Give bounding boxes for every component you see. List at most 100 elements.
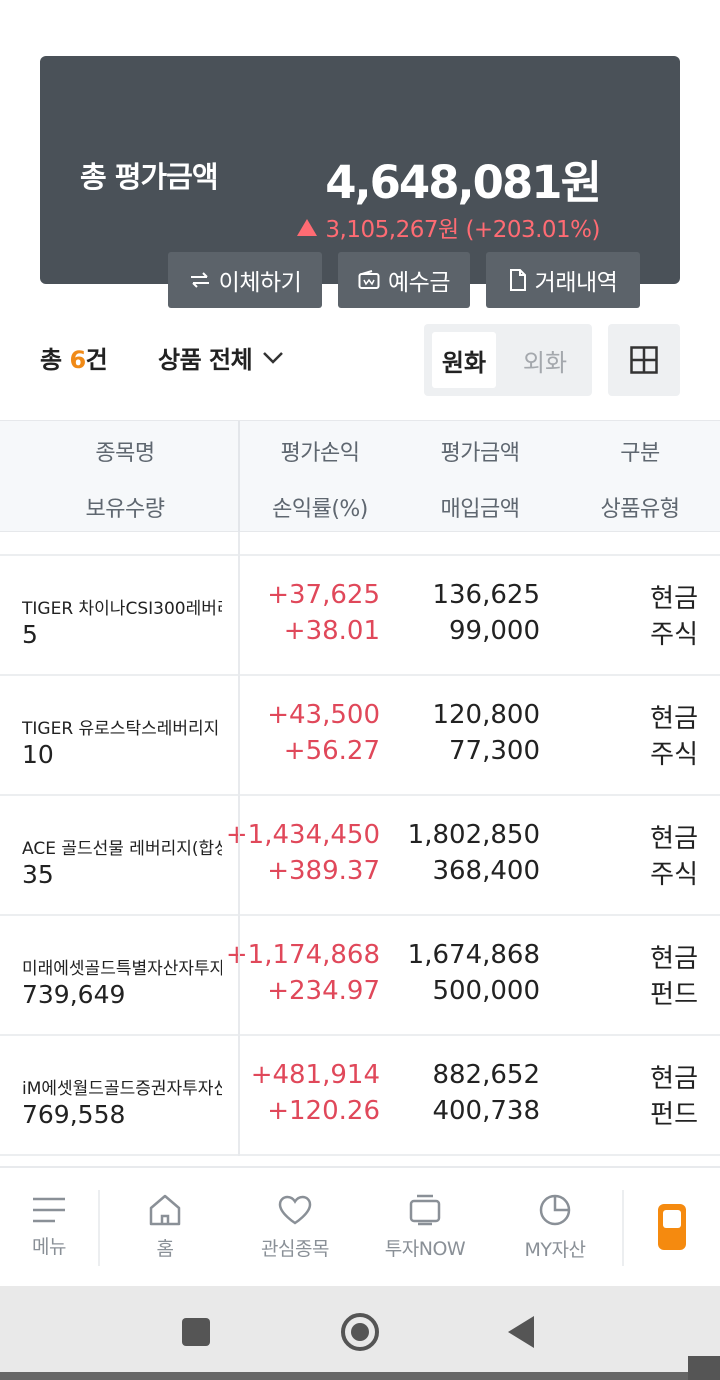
deposit-button[interactable]: 예수금 <box>338 252 470 308</box>
total-eval-amount: 4,648,081원 <box>325 156 602 209</box>
table-row[interactable]: TIGER 유로스탁스레버리지 10 +43,500 +56.27 120,80… <box>0 676 720 796</box>
chevron-down-icon <box>263 351 284 364</box>
document-icon <box>509 269 526 291</box>
currency-krw-option[interactable]: 원화 <box>432 332 496 388</box>
transfer-icon <box>190 272 209 288</box>
product-type: 주식 <box>650 860 698 890</box>
eval-amount: 120,800 <box>432 700 540 730</box>
currency-foreign-option[interactable]: 외화 <box>510 332 580 388</box>
holding-qty: 10 <box>22 740 54 769</box>
eval-amount: 1,674,868 <box>407 940 540 970</box>
deposit-label: 예수금 <box>388 270 450 296</box>
product-filter-label: 상품 전체 <box>158 346 253 374</box>
home-button-icon[interactable] <box>341 1313 379 1351</box>
wallet-icon <box>358 270 380 289</box>
eval-amount: 1,802,850 <box>407 820 540 850</box>
history-button[interactable]: 거래내역 <box>486 252 640 308</box>
nav-my-assets[interactable]: MY자산 <box>490 1168 620 1286</box>
header-buy-amount: 매입금액 <box>440 497 520 522</box>
product-filter-dropdown[interactable]: 상품 전체 <box>158 340 284 375</box>
total-eval-label: 총 평가금액 <box>80 160 218 194</box>
nav-invest-now[interactable]: 투자NOW <box>360 1168 490 1286</box>
recent-apps-icon[interactable] <box>182 1318 210 1346</box>
eval-pl: +1,434,450 <box>225 820 380 850</box>
stock-name: ACE 골드선물 레버리지(합성 H) <box>22 839 222 859</box>
total-change-value: 3,105,267원 (+203.01%) <box>325 217 600 243</box>
tv-icon <box>409 1194 441 1225</box>
stock-name: iM에셋월드골드증권자투자신탁 <box>22 1079 222 1099</box>
buy-amount: 99,000 <box>449 616 540 646</box>
eval-pl: +43,500 <box>267 700 380 730</box>
eval-pl: +481,914 <box>250 1060 380 1090</box>
total-change: 3,105,267원 (+203.01%) <box>297 210 600 244</box>
nav-app-shortcut[interactable] <box>624 1168 720 1286</box>
table-row[interactable]: 미래에셋골드특별자산자투자신탁 739,649 +1,174,868 +234.… <box>0 916 720 1036</box>
scrollbar-thumb[interactable] <box>688 1356 720 1380</box>
nav-menu-label: 메뉴 <box>32 1235 66 1258</box>
nav-watchlist[interactable]: 관심종목 <box>230 1168 360 1286</box>
transfer-label: 이체하기 <box>218 270 302 296</box>
table-row[interactable]: iM에셋월드골드증권자투자신탁 769,558 +481,914 +120.26… <box>0 1036 720 1156</box>
pl-rate: +38.01 <box>283 616 380 646</box>
pie-chart-icon <box>539 1194 571 1225</box>
product-type: 주식 <box>650 620 698 650</box>
grid-icon <box>630 346 658 374</box>
total-count-number: 6 <box>69 346 86 374</box>
bottom-nav: 메뉴 홈 관심종목 투자NOW MY자산 <box>0 1166 720 1286</box>
scroll-track <box>0 1372 720 1380</box>
category: 현금 <box>650 704 698 734</box>
table-header: 종목명 보유수량 평가손익 손익률(%) 평가금액 매입금액 구분 상품유형 <box>0 420 720 533</box>
category: 현금 <box>650 944 698 974</box>
nav-home[interactable]: 홈 <box>100 1168 230 1286</box>
buy-amount: 500,000 <box>432 976 540 1006</box>
up-triangle-icon <box>297 219 318 236</box>
nav-my-assets-label: MY자산 <box>524 1238 586 1261</box>
buy-amount: 400,738 <box>432 1096 540 1126</box>
pl-rate: +234.97 <box>267 976 380 1006</box>
total-prefix: 총 <box>40 346 70 374</box>
header-pl-rate: 손익률(%) <box>272 497 368 522</box>
menu-icon <box>33 1197 65 1222</box>
header-quantity: 보유수량 <box>85 497 165 522</box>
history-label: 거래내역 <box>534 270 618 296</box>
view-toggle-button[interactable] <box>608 324 680 396</box>
header-eval-pl: 평가손익 <box>280 441 360 466</box>
column-divider <box>238 532 240 1156</box>
table-row[interactable]: ACE 골드선물 레버리지(합성 H) 35 +1,434,450 +389.3… <box>0 796 720 916</box>
total-count: 총 6건 <box>40 340 108 375</box>
phone-icon <box>658 1204 686 1250</box>
nav-watchlist-label: 관심종목 <box>261 1237 329 1260</box>
table-row[interactable]: TIGER 차이나CSI300레버리지 5 +37,625 +38.01 136… <box>0 556 720 676</box>
category: 현금 <box>650 1064 698 1094</box>
back-icon[interactable] <box>508 1316 534 1348</box>
eval-amount: 136,625 <box>432 580 540 610</box>
heart-icon <box>278 1195 312 1224</box>
header-stock-name: 종목명 <box>95 441 155 466</box>
pl-rate: +389.37 <box>267 856 380 886</box>
eval-amount: 882,652 <box>432 1060 540 1090</box>
category: 현금 <box>650 824 698 854</box>
nav-invest-now-label: 투자NOW <box>384 1237 466 1260</box>
currency-toggle: 원화 외화 <box>424 324 592 396</box>
holding-qty: 769,558 <box>22 1100 126 1129</box>
pl-rate: +56.27 <box>283 736 380 766</box>
summary-card: 총 평가금액 4,648,081원 3,105,267원 (+203.01%) … <box>40 56 680 308</box>
transfer-button[interactable]: 이체하기 <box>168 252 322 308</box>
buy-amount: 368,400 <box>432 856 540 886</box>
pl-rate: +120.26 <box>267 1096 380 1126</box>
stock-name: 미래에셋골드특별자산자투자신탁 <box>22 959 222 979</box>
eval-pl: +37,625 <box>267 580 380 610</box>
home-icon <box>149 1194 181 1225</box>
holding-qty: 35 <box>22 860 54 889</box>
product-type: 펀드 <box>650 980 698 1010</box>
holding-qty: 739,649 <box>22 980 126 1009</box>
header-category: 구분 <box>620 441 660 466</box>
buy-amount: 77,300 <box>449 736 540 766</box>
product-type: 주식 <box>650 740 698 770</box>
holding-qty: 5 <box>22 620 38 649</box>
system-nav-bar <box>0 1286 720 1380</box>
stock-name: TIGER 차이나CSI300레버리지 <box>22 599 222 619</box>
nav-menu[interactable]: 메뉴 <box>0 1168 98 1286</box>
eval-pl: +1,174,868 <box>225 940 380 970</box>
header-product-type: 상품유형 <box>600 497 680 522</box>
